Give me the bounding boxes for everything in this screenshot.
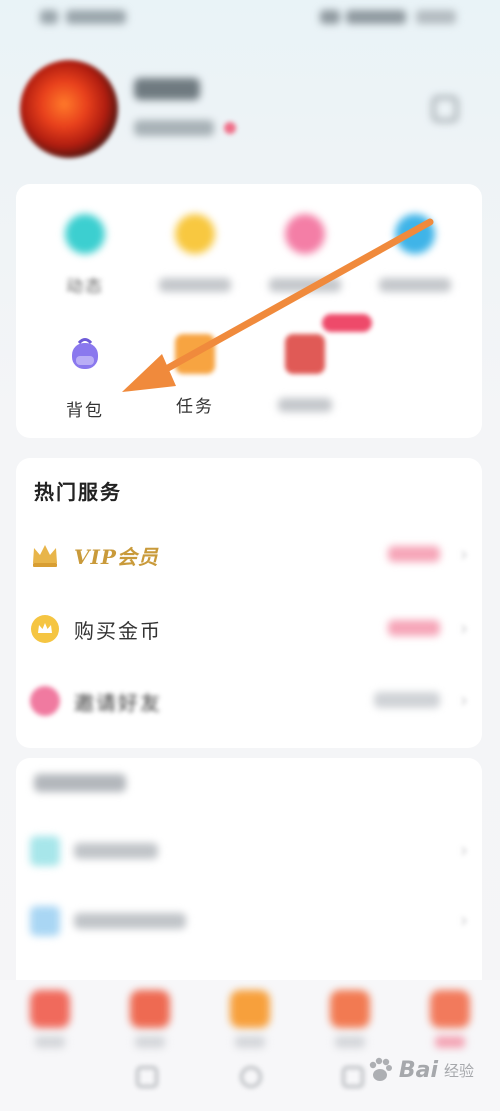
more-settings-card: › ›: [16, 758, 482, 998]
service-row-vip[interactable]: VIP会员 ›: [16, 524, 482, 584]
watermark: Bai 经验: [367, 1053, 474, 1087]
back-button[interactable]: [342, 1066, 364, 1088]
service-label: 邀请好友: [74, 691, 162, 715]
profile-name[interactable]: [134, 78, 200, 100]
grid-item-label: [159, 278, 231, 292]
settings-row-label: [74, 913, 186, 929]
task-icon: [175, 334, 215, 374]
invite-icon: [30, 686, 60, 716]
grid-item-backpack[interactable]: 背包: [30, 334, 140, 421]
grid-item-2[interactable]: [140, 214, 250, 292]
chevron-right-icon: ›: [460, 688, 468, 712]
watermark-suffix: 经验: [443, 1061, 474, 1080]
nav-item-1[interactable]: [30, 990, 70, 1028]
grid-item-label: 任务: [176, 397, 214, 417]
nav-label: [35, 1036, 65, 1048]
service-value: [388, 546, 440, 562]
hot-services-card: 热门服务 VIP会员 › 购买金币 › 邀请好友 ›: [16, 458, 482, 748]
settings-row[interactable]: ›: [16, 820, 482, 880]
grid-item-label: [379, 278, 451, 292]
status-bar: [0, 0, 500, 36]
notification-dot: [224, 122, 236, 134]
backpack-icon: [72, 338, 98, 369]
dynamic-icon: [65, 214, 105, 254]
grid-item-3[interactable]: [250, 214, 360, 292]
chevron-right-icon: ›: [460, 542, 468, 566]
bottom-nav: [0, 980, 500, 1111]
tile-icon: [30, 906, 60, 936]
gift-bag-icon: [285, 214, 325, 254]
grid-item-4[interactable]: [360, 214, 470, 292]
grid-item-label: [278, 398, 332, 412]
section-title: 热门服务: [34, 480, 122, 504]
service-label: VIP会员: [74, 545, 159, 569]
new-badge: [322, 314, 372, 332]
status-time: [40, 8, 140, 26]
coin-icon: [31, 615, 59, 643]
heart-badge-icon: [175, 214, 215, 254]
watermark-brand: Bai: [398, 1057, 438, 1083]
nav-item-3[interactable]: [230, 990, 270, 1028]
menu-button[interactable]: [136, 1066, 158, 1088]
nav-item-2[interactable]: [130, 990, 170, 1028]
service-value: [374, 692, 440, 708]
nav-label: [335, 1036, 365, 1048]
grid-item-label: [269, 278, 341, 292]
grid-item-dynamic[interactable]: 动态: [30, 214, 140, 297]
home-button[interactable]: [240, 1066, 262, 1088]
tile-icon: [30, 836, 60, 866]
grid-item-label: 背包: [66, 401, 104, 421]
feature-grid-card: 动态 背包 任务: [16, 184, 482, 438]
nav-item-5[interactable]: [430, 990, 470, 1028]
nav-item-4[interactable]: [330, 990, 370, 1028]
chat-bubble-icon: [395, 214, 435, 254]
nav-label: [235, 1036, 265, 1048]
status-indicators: [320, 8, 460, 26]
grid-item-treasure[interactable]: [250, 334, 360, 412]
paw-icon: [369, 1057, 392, 1081]
treasure-box-icon: [285, 334, 325, 374]
settings-row[interactable]: ›: [16, 890, 482, 950]
service-label: 购买金币: [74, 619, 162, 643]
chevron-right-icon: ›: [460, 908, 468, 932]
crown-icon: [33, 545, 57, 567]
settings-row-label: [74, 843, 158, 859]
nav-label: [135, 1036, 165, 1048]
profile-subtitle: [134, 120, 214, 136]
section-title: [34, 774, 126, 792]
service-value: [388, 620, 440, 636]
grid-item-task[interactable]: 任务: [140, 334, 250, 417]
nav-label: [435, 1036, 465, 1048]
grid-item-label: 动态: [66, 277, 104, 297]
chevron-right-icon: ›: [460, 838, 468, 862]
chevron-right-icon: ›: [460, 616, 468, 640]
settings-icon[interactable]: [432, 96, 458, 122]
service-row-invite[interactable]: 邀请好友 ›: [16, 670, 482, 730]
avatar[interactable]: [20, 60, 118, 158]
service-row-coins[interactable]: 购买金币 ›: [16, 598, 482, 658]
